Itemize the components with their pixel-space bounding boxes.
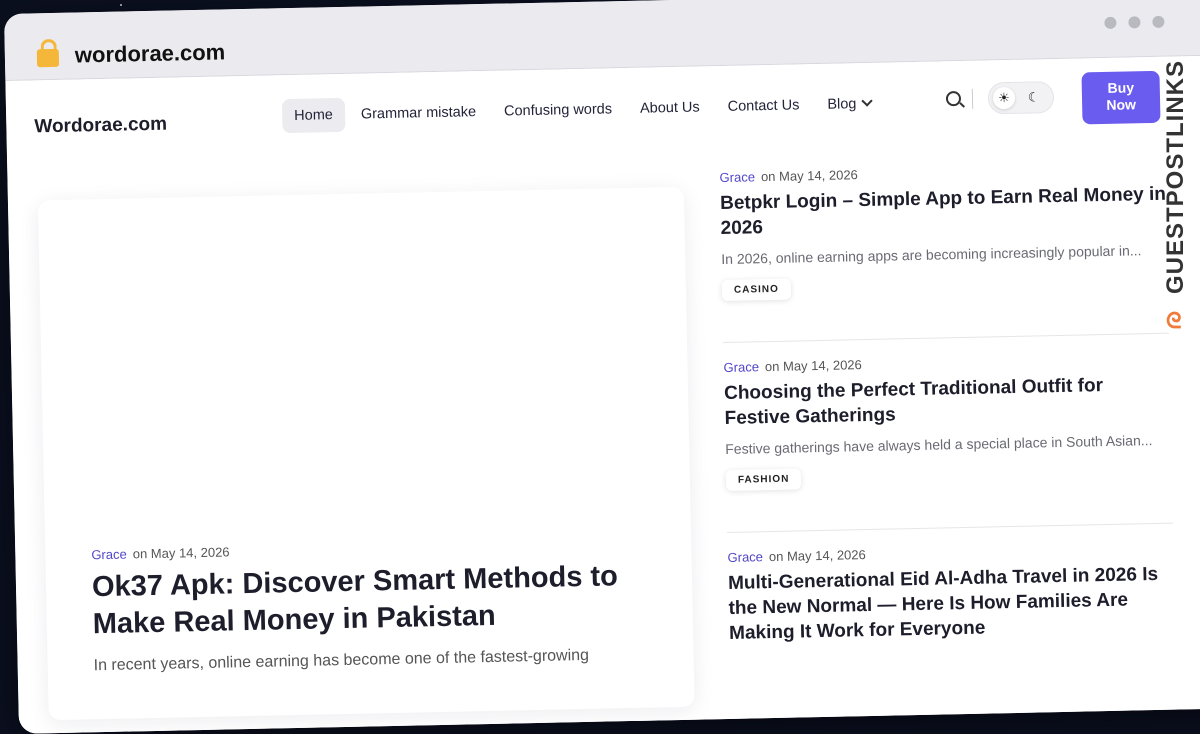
menu-item-contact-us[interactable]: Contact Us	[715, 88, 811, 124]
buy-now-button[interactable]: Buy Now	[1081, 70, 1161, 125]
post-author[interactable]: Grace	[723, 359, 759, 375]
buy-now-line2: Now	[1106, 96, 1137, 113]
post-meta: Grace on May 14, 2026	[727, 541, 1173, 565]
featured-post-author[interactable]: Grace	[91, 547, 127, 563]
menu-item-confusing-words[interactable]: Confusing words	[492, 92, 625, 129]
featured-post-title[interactable]: Ok37 Apk: Discover Smart Methods to Make…	[92, 558, 653, 644]
post-date: on May 14, 2026	[760, 167, 858, 185]
post-divider	[723, 332, 1169, 344]
window-dot-1[interactable]	[1104, 16, 1117, 29]
post-divider	[727, 522, 1173, 533]
post-item-2[interactable]: Grace on May 14, 2026 Choosing the Perfec…	[723, 351, 1172, 491]
featured-post-excerpt: In recent years, online earning has beco…	[93, 646, 590, 675]
address-url[interactable]: wordorae.com	[75, 39, 226, 68]
sun-icon[interactable]: ☀	[992, 86, 1016, 110]
post-date: on May 14, 2026	[768, 547, 866, 565]
post-title[interactable]: Choosing the Perfect Traditional Outfit …	[724, 372, 1171, 431]
main-menu: Home Grammar mistake Confusing words Abo…	[281, 87, 884, 134]
menu-item-home[interactable]: Home	[281, 97, 346, 134]
post-meta: Grace on May 14, 2026	[723, 351, 1169, 375]
theme-toggle[interactable]: ☀ ☾	[987, 81, 1055, 115]
post-excerpt: Festive gatherings have always held a sp…	[725, 432, 1153, 457]
post-category-tag[interactable]: CASINO	[721, 278, 792, 302]
featured-post-date: on May 14, 2026	[132, 544, 230, 562]
window-dot-2[interactable]	[1128, 16, 1141, 29]
post-title[interactable]: Multi-Generational Eid Al-Adha Travel in…	[728, 562, 1175, 646]
chevron-down-icon	[861, 95, 873, 107]
post-author[interactable]: Grace	[727, 549, 763, 565]
post-item-1[interactable]: Grace on May 14, 2026 Betpkr Login – Simp…	[719, 161, 1168, 302]
menu-item-about-us[interactable]: About Us	[628, 90, 712, 126]
watermark-text: GUESTPOSTLINKS	[1162, 60, 1189, 295]
search-icon[interactable]	[945, 90, 962, 107]
lock-icon	[36, 48, 60, 68]
moon-icon[interactable]: ☾	[1028, 86, 1040, 108]
featured-post-meta: Grace on May 14, 2026	[91, 544, 230, 562]
buy-now-line1: Buy	[1107, 79, 1135, 96]
post-item-3[interactable]: Grace on May 14, 2026 Multi-Generational …	[727, 541, 1175, 646]
menu-item-blog-label: Blog	[827, 96, 857, 113]
menu-item-grammar-mistake[interactable]: Grammar mistake	[349, 95, 489, 132]
header-divider	[971, 88, 974, 109]
post-category-tag[interactable]: FASHION	[725, 468, 802, 491]
window-controls	[1104, 15, 1165, 29]
post-excerpt: In 2026, online earning apps are becomin…	[721, 242, 1142, 268]
site-logo[interactable]: Wordorae.com	[34, 114, 167, 139]
website: Wordorae.com Home Grammar mistake Confus…	[5, 55, 1200, 734]
featured-post-card[interactable]: Grace on May 14, 2026 Ok37 Apk: Discover …	[37, 186, 695, 721]
post-meta: Grace on May 14, 2026	[719, 161, 1165, 185]
post-author[interactable]: Grace	[719, 169, 755, 185]
post-title[interactable]: Betpkr Login – Simple App to Earn Real M…	[720, 182, 1167, 241]
menu-item-blog[interactable]: Blog	[815, 87, 884, 122]
guestpostlinks-watermark: GUESTPOSTLINKS ᘓ	[1160, 60, 1194, 360]
post-date: on May 14, 2026	[764, 357, 862, 375]
link-chain-icon: ᘓ	[1166, 308, 1182, 333]
window-dot-3[interactable]	[1152, 15, 1165, 28]
browser-window: wordorae.com Wordorae.com Home Grammar m…	[4, 0, 1200, 734]
